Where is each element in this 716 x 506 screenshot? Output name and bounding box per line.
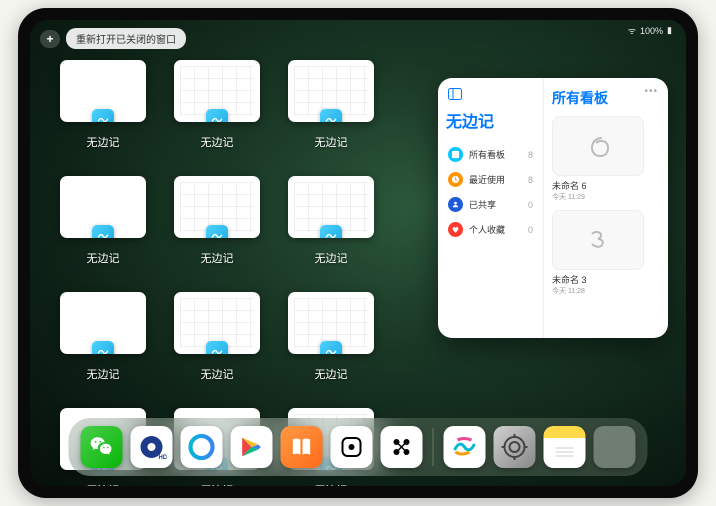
thumbnail-label: 无边记: [201, 366, 234, 382]
category-label: 所有看板: [469, 148, 505, 161]
category-icon: [448, 197, 463, 212]
category-icon: [448, 222, 463, 237]
category-item[interactable]: 已共享 0: [446, 192, 535, 217]
svg-text:HD: HD: [159, 455, 167, 461]
category-item[interactable]: 所有看板 8: [446, 142, 535, 167]
thumbnail-preview: [60, 176, 146, 238]
thumbnail-label: 无边记: [87, 482, 120, 486]
freeform-badge-icon: [206, 225, 228, 238]
freeform-badge-icon: [320, 225, 342, 238]
thumbnail-label: 无边记: [87, 250, 120, 266]
dock: HD: [69, 418, 648, 476]
window-thumbnail[interactable]: 无边记: [288, 60, 374, 150]
more-icon[interactable]: •••: [644, 86, 658, 97]
category-icon: [448, 147, 463, 162]
thumbnail-label: 无边记: [315, 250, 348, 266]
freeform-badge-icon: [92, 225, 114, 238]
category-count: 8: [528, 150, 533, 160]
screen: ᯤ 100% ▮ + 重新打开已关闭的窗口 无边记 无边记 无边记 无边记 无边…: [30, 20, 686, 486]
app-folder-icon[interactable]: [594, 426, 636, 468]
window-thumbnail[interactable]: 无边记: [60, 60, 146, 150]
thumbnail-label: 无边记: [201, 134, 234, 150]
board-date: 今天 11:28: [552, 286, 660, 296]
ipad-frame: ᯤ 100% ▮ + 重新打开已关闭的窗口 无边记 无边记 无边记 无边记 无边…: [18, 8, 698, 498]
board-preview: [552, 116, 644, 176]
add-button[interactable]: +: [40, 30, 60, 48]
battery-text: 100%: [640, 26, 663, 36]
panel-sidebar: 无边记 所有看板 8 最近使用 8 已共享 0 个人收藏 0: [438, 78, 544, 338]
misc-app-icon[interactable]: [381, 426, 423, 468]
thumbnail-preview: [174, 176, 260, 238]
notes-app-icon[interactable]: [544, 426, 586, 468]
thumbnail-label: 无边记: [87, 134, 120, 150]
browser-app-icon[interactable]: [181, 426, 223, 468]
freeform-panel[interactable]: ••• 无边记 所有看板 8 最近使用 8 已共享 0 个人收藏 0 所有看板 …: [438, 78, 668, 338]
board-date: 今天 11:29: [552, 192, 660, 202]
freeform-badge-icon: [206, 341, 228, 354]
category-label: 已共享: [469, 198, 496, 211]
thumbnail-preview: [288, 60, 374, 122]
books-app-icon[interactable]: [281, 426, 323, 468]
thumbnail-preview: [60, 60, 146, 122]
thumbnail-label: 无边记: [201, 482, 234, 486]
quark-app-icon[interactable]: HD: [131, 426, 173, 468]
freeform-app-icon[interactable]: [444, 426, 486, 468]
freeform-badge-icon: [206, 109, 228, 122]
category-icon: [448, 172, 463, 187]
wechat-app-icon[interactable]: [81, 426, 123, 468]
status-bar: ᯤ 100% ▮: [628, 24, 672, 37]
sidebar-toggle-icon[interactable]: [448, 88, 462, 103]
thumbnail-preview: [174, 292, 260, 354]
board-name: 未命名 3: [552, 273, 660, 286]
settings-app-icon[interactable]: [494, 426, 536, 468]
category-item[interactable]: 个人收藏 0: [446, 217, 535, 242]
dock-separator: [433, 428, 434, 466]
window-thumbnail[interactable]: 无边记: [174, 176, 260, 266]
thumbnail-label: 无边记: [87, 366, 120, 382]
panel-title: 无边记: [446, 108, 535, 132]
thumbnail-preview: [60, 292, 146, 354]
panel-content: 所有看板 未命名 6 今天 11:29 未命名 3 今天 11:28: [544, 78, 668, 338]
wifi-icon: ᯤ: [628, 24, 636, 37]
board-item[interactable]: 未命名 6 今天 11:29: [552, 116, 660, 202]
window-thumbnail[interactable]: 无边记: [174, 60, 260, 150]
window-thumbnail[interactable]: 无边记: [288, 176, 374, 266]
thumbnail-preview: [288, 176, 374, 238]
category-label: 最近使用: [469, 173, 505, 186]
category-label: 个人收藏: [469, 223, 505, 236]
board-name: 未命名 6: [552, 179, 660, 192]
thumbnail-label: 无边记: [315, 366, 348, 382]
thumbnail-preview: [288, 292, 374, 354]
play-app-icon[interactable]: [231, 426, 273, 468]
thumbnail-label: 无边记: [315, 134, 348, 150]
freeform-badge-icon: [320, 341, 342, 354]
battery-icon: ▮: [667, 25, 672, 36]
freeform-badge-icon: [92, 109, 114, 122]
thumbnail-label: 无边记: [201, 250, 234, 266]
window-thumbnail[interactable]: 无边记: [174, 292, 260, 382]
category-count: 8: [528, 175, 533, 185]
thumbnail-preview: [174, 60, 260, 122]
window-thumbnail[interactable]: 无边记: [60, 292, 146, 382]
category-count: 0: [528, 225, 533, 235]
board-preview: [552, 210, 644, 270]
category-count: 0: [528, 200, 533, 210]
freeform-badge-icon: [92, 341, 114, 354]
freeform-badge-icon: [320, 109, 342, 122]
top-bar: + 重新打开已关闭的窗口: [40, 28, 186, 49]
reopen-closed-window-button[interactable]: 重新打开已关闭的窗口: [66, 28, 186, 49]
category-item[interactable]: 最近使用 8: [446, 167, 535, 192]
thumbnail-label: 无边记: [315, 482, 348, 486]
board-item[interactable]: 未命名 3 今天 11:28: [552, 210, 660, 296]
game-app-icon[interactable]: [331, 426, 373, 468]
window-thumbnail[interactable]: 无边记: [60, 176, 146, 266]
window-thumbnail[interactable]: 无边记: [288, 292, 374, 382]
